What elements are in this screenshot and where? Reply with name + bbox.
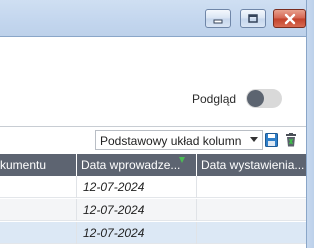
close-button[interactable] (273, 9, 306, 28)
cell-document (0, 176, 77, 198)
cell-issue-date (197, 176, 306, 198)
sort-descending-icon[interactable] (179, 157, 185, 163)
cell-document (0, 222, 77, 244)
cell-entry-date: 12-07-2024 (77, 222, 197, 244)
toggle-knob (247, 90, 264, 107)
table-row[interactable]: 12-07-2024 (0, 176, 306, 198)
delete-icon[interactable] (285, 133, 298, 147)
preview-toggle[interactable] (246, 89, 282, 108)
cell-document (0, 199, 77, 221)
column-layout-value: Podstawowy układ kolumn (100, 134, 242, 148)
cell-entry-date: 12-07-2024 (77, 199, 197, 221)
minimize-button[interactable] (205, 9, 231, 28)
minimize-icon (206, 10, 230, 27)
title-bar[interactable] (0, 0, 314, 36)
table-row[interactable]: 12-07-2024 (0, 199, 306, 221)
table-row-selected[interactable]: 12-07-2024 (0, 222, 306, 244)
cell-entry-date: 12-07-2024 (77, 176, 197, 198)
save-icon[interactable] (265, 133, 278, 147)
table-header: kumentu Data wprowadze... Data wystawien… (0, 154, 306, 176)
chevron-down-icon (250, 137, 258, 142)
column-header-label: Data wprowadze... (81, 158, 181, 172)
column-layout-select[interactable]: Podstawowy układ kolumn (95, 130, 263, 150)
cell-issue-date (197, 222, 306, 244)
close-icon (274, 10, 305, 27)
cell-issue-date (197, 199, 306, 221)
maximize-button[interactable] (240, 9, 266, 28)
column-header-label: Data wystawienia... (201, 158, 305, 172)
column-header-document[interactable]: kumentu (0, 154, 77, 176)
window-frame-right (306, 0, 314, 248)
preview-label: Podgląd (192, 92, 237, 106)
column-header-label: kumentu (0, 158, 47, 172)
maximize-icon (241, 10, 265, 27)
column-header-issue-date[interactable]: Data wystawienia... (197, 154, 306, 176)
